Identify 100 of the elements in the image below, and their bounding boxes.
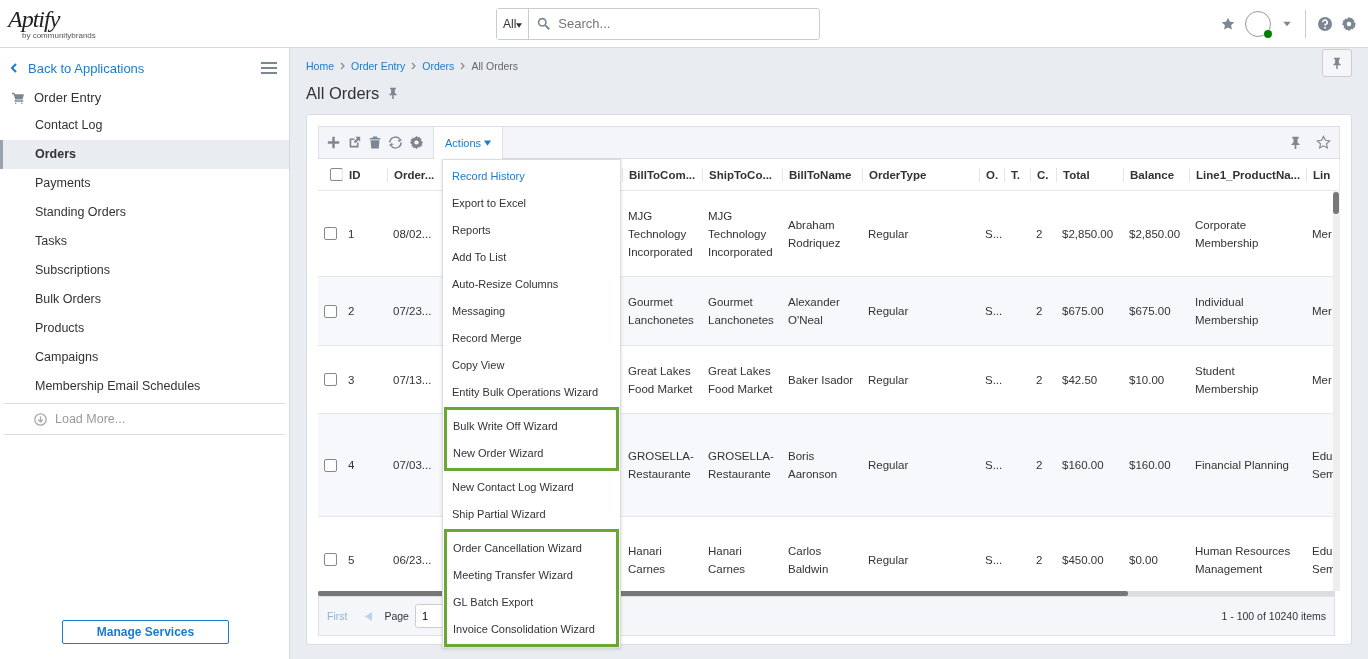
row-checkbox[interactable]	[324, 304, 337, 318]
table-cell: Boris Aaronson	[788, 450, 838, 480]
table-cell: S...	[985, 459, 1003, 471]
table-cell: Mer	[1312, 373, 1332, 386]
column-header[interactable]: Total	[1063, 168, 1090, 181]
status-dot	[1264, 29, 1272, 38]
menu-item[interactable]: Copy View	[443, 351, 620, 378]
menu-item[interactable]: Export to Excel	[443, 189, 620, 216]
table-cell: Gourmet Lanchonetes	[708, 296, 774, 326]
table-cell: 2	[348, 305, 355, 317]
menu-item[interactable]: New Order Wizard	[447, 439, 616, 466]
table-cell: $2,850.00	[1062, 227, 1114, 240]
table-cell: 1	[348, 227, 355, 240]
table-cell: 08/02...	[393, 227, 432, 240]
pin-icon[interactable]	[1289, 136, 1302, 149]
column-header[interactable]: Order...	[394, 168, 435, 181]
menu-item[interactable]: Record Merge	[443, 324, 620, 351]
table-cell: Individual Membership	[1195, 296, 1259, 326]
table-cell: 07/23...	[393, 305, 432, 317]
breadcrumb-link[interactable]: Orders	[422, 60, 455, 72]
table-cell: Baker Isador	[788, 373, 854, 386]
menu-item[interactable]: Meeting Transfer Wizard	[447, 561, 616, 588]
download-icon[interactable]	[34, 412, 47, 426]
external-link-icon[interactable]	[348, 136, 361, 149]
sidebar-item[interactable]: Subscriptions	[0, 256, 289, 285]
sidebar-item[interactable]: Tasks	[0, 227, 289, 256]
row-checkbox[interactable]	[324, 227, 337, 240]
scrollbar-thumb[interactable]	[1333, 192, 1339, 214]
add-icon[interactable]	[327, 136, 340, 149]
menu-item[interactable]: Messaging	[443, 297, 620, 324]
back-link[interactable]: Back to Applications	[10, 60, 145, 76]
pin-button[interactable]	[1322, 49, 1352, 77]
menu-item[interactable]: Ship Partial Wizard	[443, 500, 620, 527]
chevron-right-icon	[411, 62, 417, 70]
table-cell: Hanari Carnes	[628, 544, 666, 575]
menu-item[interactable]: New Contact Log Wizard	[443, 473, 620, 500]
search-icon[interactable]	[537, 17, 551, 30]
help-icon[interactable]	[1318, 16, 1332, 31]
table-cell: $10.00	[1129, 373, 1165, 386]
column-header[interactable]: O.	[986, 168, 999, 181]
column-header[interactable]: ID	[349, 168, 361, 181]
menu-item[interactable]: Auto-Resize Columns	[443, 270, 620, 297]
menu-icon[interactable]	[261, 60, 277, 76]
menu-item[interactable]: Order Cancellation Wizard	[447, 534, 616, 561]
table-cell: 2	[1036, 227, 1043, 240]
star-icon[interactable]	[1221, 16, 1235, 31]
column-header[interactable]: Balance	[1130, 168, 1175, 181]
breadcrumb-link[interactable]: Home	[306, 60, 334, 72]
pin-icon[interactable]	[387, 87, 400, 99]
menu-item[interactable]: Entity Bulk Operations Wizard	[443, 378, 620, 405]
table-cell: GROSELLA-Restaurante	[628, 450, 694, 480]
column-header[interactable]: BillToCom...	[629, 168, 696, 181]
row-checkbox[interactable]	[324, 458, 337, 472]
column-header[interactable]: Lin	[1313, 168, 1331, 181]
table-cell: Financial Planning	[1195, 459, 1289, 471]
row-checkbox[interactable]	[324, 553, 337, 566]
column-header[interactable]: C.	[1037, 168, 1049, 181]
table-cell: S...	[985, 227, 1003, 240]
settings-icon[interactable]	[410, 136, 423, 149]
column-header[interactable]: BillToName	[789, 168, 852, 181]
breadcrumb-current: All Orders	[471, 60, 519, 72]
scope-dropdown[interactable]: All	[497, 8, 530, 39]
cart-icon[interactable]	[12, 91, 24, 104]
menu-item[interactable]: Invoice Consolidation Wizard	[447, 615, 616, 642]
sidebar-item[interactable]: Bulk Orders	[0, 285, 289, 314]
column-header[interactable]: ShipToCo...	[709, 168, 773, 181]
search-field[interactable]: All Search...	[496, 7, 820, 40]
sidebar-item[interactable]: Membership Email Schedules	[0, 372, 289, 401]
row-checkbox[interactable]	[324, 373, 337, 386]
column-header[interactable]: T.	[1011, 168, 1020, 181]
logo: Aptify	[8, 7, 61, 31]
caret-icon	[516, 22, 523, 28]
table-cell: Great Lakes Food Market	[628, 364, 693, 395]
sidebar-item[interactable]: Orders	[0, 140, 289, 169]
menu-item[interactable]: Bulk Write Off Wizard	[447, 412, 616, 439]
table-cell: 2	[1036, 373, 1043, 386]
star-icon[interactable]	[1316, 135, 1331, 150]
trash-icon[interactable]	[369, 136, 381, 149]
table-cell: Abraham Rodriquez	[788, 218, 841, 249]
select-all-checkbox[interactable]	[330, 168, 342, 181]
manage-services-button[interactable]: Manage Services	[62, 620, 229, 644]
sidebar-item[interactable]: Payments	[0, 169, 289, 198]
column-header[interactable]: Line1_ProductNa...	[1196, 168, 1301, 181]
sidebar-item[interactable]: Campaigns	[0, 343, 289, 372]
menu-item[interactable]: Reports	[443, 216, 620, 243]
sidebar-item[interactable]: Products	[0, 314, 289, 343]
settings-icon[interactable]	[1342, 16, 1356, 31]
actions-button[interactable]: Actions	[433, 126, 504, 159]
avatar[interactable]	[1245, 10, 1271, 37]
menu-item[interactable]: Record History	[443, 162, 620, 189]
page-input[interactable]: 1	[414, 604, 445, 628]
menu-item[interactable]: GL Batch Export	[447, 588, 616, 615]
table-cell: Student Membership	[1195, 364, 1259, 395]
refresh-icon[interactable]	[389, 136, 402, 149]
menu-item[interactable]: Add To List	[443, 243, 620, 270]
section-title: Order Entry	[34, 90, 102, 105]
column-header[interactable]: OrderType	[869, 168, 927, 181]
sidebar-item[interactable]: Contact Log	[0, 111, 289, 140]
sidebar-item[interactable]: Standing Orders	[0, 198, 289, 227]
breadcrumb-link[interactable]: Order Entry	[351, 60, 406, 72]
